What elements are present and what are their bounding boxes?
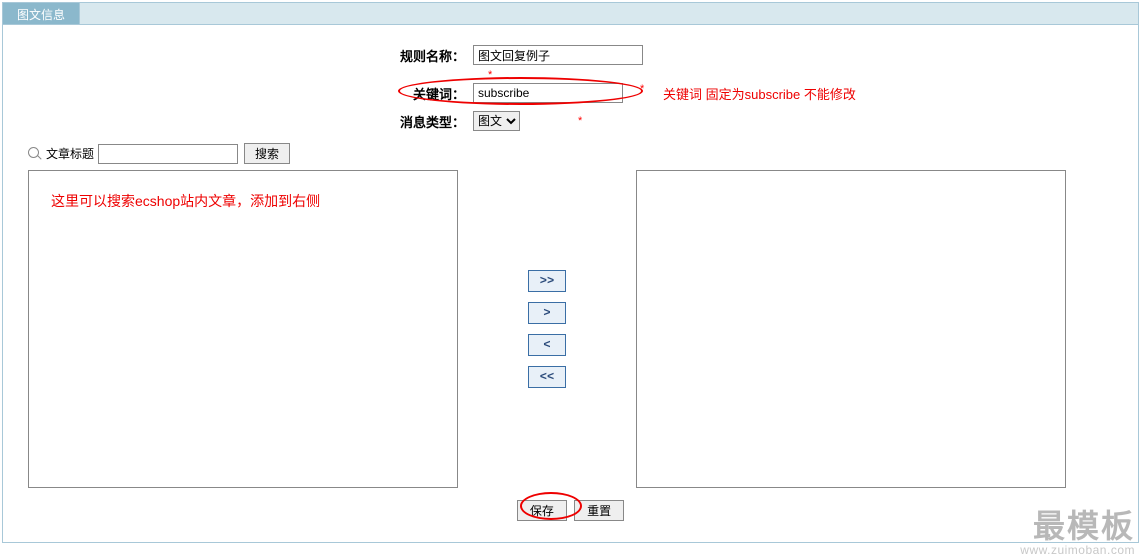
input-keyword[interactable] (473, 83, 623, 103)
add-one-button[interactable]: > (528, 302, 566, 324)
label-keyword: 关键词： (18, 84, 473, 103)
select-msg-type[interactable]: 图文 (473, 111, 520, 131)
watermark-title: 最模板 (1020, 509, 1135, 544)
content-area: 规则名称： * 关键词： * 关键词 固定为subscribe 不能修改 消息类… (3, 25, 1138, 542)
remove-all-button[interactable]: << (528, 366, 566, 388)
search-icon (28, 147, 42, 161)
annotation-keyword-note: 关键词 固定为subscribe 不能修改 (663, 84, 856, 103)
watermark-url: www.zuimoban.com (1020, 544, 1135, 557)
input-rule-name[interactable] (473, 45, 643, 65)
source-listbox[interactable]: 这里可以搜索ecshop站内文章，添加到右侧 (28, 170, 458, 488)
save-button[interactable]: 保存 (517, 500, 567, 521)
search-button[interactable]: 搜索 (244, 143, 290, 164)
tab-image-text-info[interactable]: 图文信息 (3, 3, 80, 24)
reset-button[interactable]: 重置 (574, 500, 624, 521)
search-row: 文章标题 搜索 (28, 143, 1123, 164)
row-msg-type: 消息类型： 图文 * (18, 111, 1123, 131)
label-rule-name: 规则名称： (18, 46, 473, 65)
input-article-search[interactable] (98, 144, 238, 164)
target-listbox[interactable] (636, 170, 1066, 488)
row-rule-name: 规则名称： * (18, 45, 1123, 65)
required-asterisk-3: * (578, 115, 582, 127)
label-article-title: 文章标题 (46, 145, 94, 162)
add-all-button[interactable]: >> (528, 270, 566, 292)
row-keyword: 关键词： * 关键词 固定为subscribe 不能修改 (18, 83, 1123, 103)
tab-bar: 图文信息 (3, 3, 1138, 25)
main-panel: 图文信息 规则名称： * 关键词： * 关键词 固定为subscribe 不能修… (2, 2, 1139, 543)
label-msg-type: 消息类型： (18, 112, 473, 131)
annotation-left-hint: 这里可以搜索ecshop站内文章，添加到右侧 (51, 193, 320, 209)
transfer-lists: 这里可以搜索ecshop站内文章，添加到右侧 >> > < << (28, 170, 1113, 488)
required-asterisk: * (488, 69, 492, 81)
watermark: 最模板 www.zuimoban.com (1020, 509, 1135, 557)
remove-one-button[interactable]: < (528, 334, 566, 356)
required-asterisk-2: * (640, 83, 644, 95)
footer-buttons: 保存 重置 (18, 488, 1123, 527)
transfer-buttons: >> > < << (458, 170, 636, 388)
